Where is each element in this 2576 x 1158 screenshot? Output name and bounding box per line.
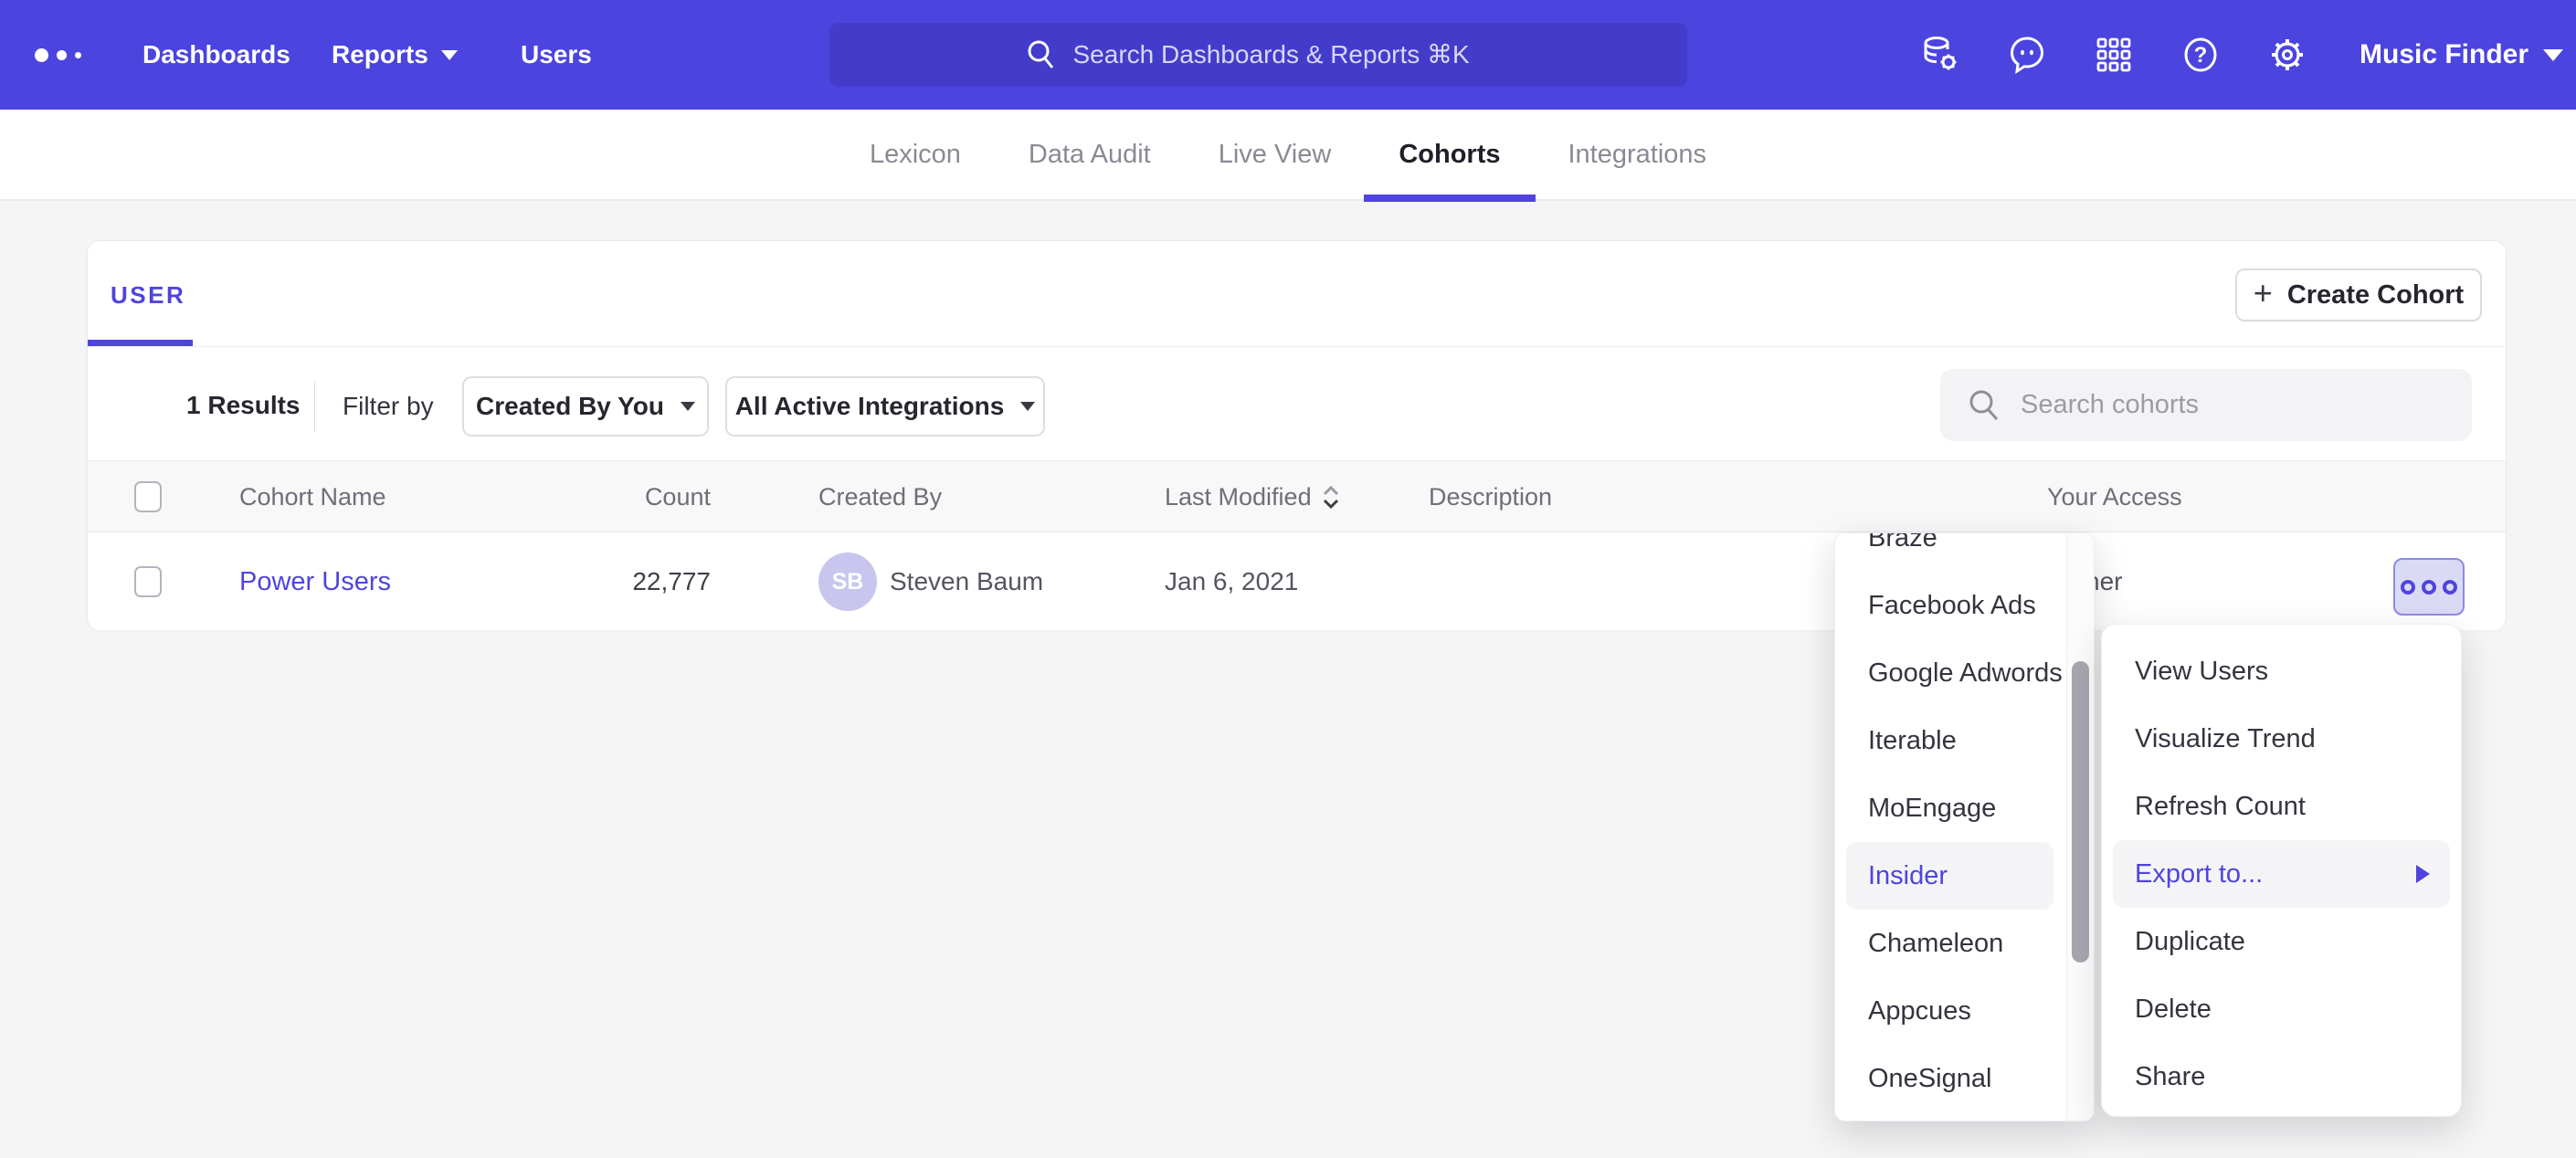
export-submenu-item-insider[interactable]: Insider bbox=[1846, 842, 2053, 910]
cohort-search[interactable] bbox=[1940, 369, 2472, 441]
menu-item-refresh-count[interactable]: Refresh Count bbox=[2102, 773, 2461, 840]
brand-logo-icon[interactable] bbox=[35, 0, 81, 110]
menu-item-share[interactable]: Share bbox=[2102, 1043, 2461, 1111]
chevron-down-icon bbox=[681, 402, 695, 411]
feedback-icon[interactable] bbox=[2006, 34, 2048, 76]
chevron-down-icon bbox=[441, 50, 458, 60]
export-submenu-item-facebook-ads[interactable]: Facebook Ads bbox=[1835, 572, 2064, 639]
export-destination-submenu: Braze Facebook Ads Google Adwords Iterab… bbox=[1834, 532, 2095, 1121]
workspace-switcher[interactable]: Music Finder bbox=[2360, 0, 2563, 110]
filter-by-label: Filter by bbox=[343, 392, 434, 421]
settings-gear-icon[interactable] bbox=[2266, 34, 2308, 76]
data-management-icon[interactable] bbox=[1919, 34, 1961, 76]
ellipsis-icon bbox=[2401, 580, 2415, 595]
created-by-filter-dropdown[interactable]: Created By You bbox=[462, 376, 709, 437]
svg-text:?: ? bbox=[2194, 43, 2208, 68]
export-submenu-item-braze[interactable]: Braze bbox=[1835, 532, 2064, 572]
select-all-checkbox[interactable] bbox=[134, 481, 162, 512]
creator-avatar: SB bbox=[818, 553, 877, 611]
row-context-menu: View Users Visualize Trend Refresh Count… bbox=[2101, 624, 2462, 1117]
export-submenu-item-appcues[interactable]: Appcues bbox=[1835, 977, 2064, 1045]
section-tabs: Lexicon Data Audit Live View Cohorts Int… bbox=[0, 110, 2576, 201]
nav-item-dashboards[interactable]: Dashboards bbox=[143, 0, 290, 110]
global-search[interactable] bbox=[829, 23, 1687, 87]
submenu-scrollbar-track[interactable] bbox=[2066, 533, 2094, 1121]
tab-data-audit[interactable]: Data Audit bbox=[1029, 109, 1151, 200]
plus-icon: + bbox=[2254, 277, 2273, 310]
menu-item-delete[interactable]: Delete bbox=[2102, 975, 2461, 1043]
menu-item-export-to[interactable]: Export to... bbox=[2113, 840, 2450, 908]
cohort-count: 22,777 bbox=[526, 533, 711, 630]
column-description[interactable]: Description bbox=[1429, 461, 1552, 533]
export-submenu-item-iterable[interactable]: Iterable bbox=[1835, 707, 2064, 774]
column-cohort-name[interactable]: Cohort Name bbox=[239, 461, 386, 533]
column-last-modified[interactable]: Last Modified bbox=[1165, 461, 1341, 533]
last-modified-date: Jan 6, 2021 bbox=[1165, 533, 1298, 630]
nav-item-users[interactable]: Users bbox=[521, 0, 592, 110]
column-created-by[interactable]: Created By bbox=[818, 461, 942, 533]
column-count[interactable]: Count bbox=[526, 461, 711, 533]
cohorts-panel: USER + Create Cohort 1 Results Filter by… bbox=[87, 240, 2507, 629]
creator-name: Steven Baum bbox=[890, 533, 1043, 630]
tab-cohorts[interactable]: Cohorts bbox=[1399, 109, 1500, 200]
row-checkbox[interactable] bbox=[134, 566, 162, 597]
tab-lexicon[interactable]: Lexicon bbox=[870, 109, 961, 200]
export-submenu-item-google-adwords[interactable]: Google Adwords bbox=[1835, 639, 2064, 707]
nav-icon-group: ? bbox=[1919, 0, 2308, 110]
sort-icon bbox=[1321, 486, 1341, 510]
nav-item-reports[interactable]: Reports bbox=[332, 0, 458, 110]
table-header: Cohort Name Count Created By Last Modifi… bbox=[88, 460, 2506, 532]
menu-item-visualize-trend[interactable]: Visualize Trend bbox=[2102, 705, 2461, 773]
menu-item-view-users[interactable]: View Users bbox=[2102, 637, 2461, 705]
cohort-name-link[interactable]: Power Users bbox=[239, 567, 391, 597]
export-submenu-item-chameleon[interactable]: Chameleon bbox=[1835, 910, 2064, 977]
apps-grid-icon[interactable] bbox=[2093, 34, 2135, 76]
active-tab-underline bbox=[88, 340, 193, 346]
chevron-down-icon bbox=[2543, 49, 2563, 61]
tab-integrations[interactable]: Integrations bbox=[1568, 109, 1707, 200]
tab-user-cohorts[interactable]: USER bbox=[111, 281, 185, 310]
create-cohort-button[interactable]: + Create Cohort bbox=[2235, 268, 2482, 321]
search-icon bbox=[1966, 387, 2002, 424]
top-nav-bar: Dashboards Reports Users bbox=[0, 0, 2576, 110]
integrations-filter-dropdown[interactable]: All Active Integrations bbox=[725, 376, 1045, 437]
column-your-access[interactable]: Your Access bbox=[2047, 461, 2182, 533]
submenu-arrow-icon bbox=[2416, 865, 2430, 883]
menu-item-duplicate[interactable]: Duplicate bbox=[2102, 908, 2461, 975]
results-count: 1 Results bbox=[186, 391, 301, 420]
tab-live-view[interactable]: Live View bbox=[1219, 109, 1332, 200]
row-actions-button[interactable] bbox=[2393, 558, 2465, 616]
search-icon bbox=[1024, 37, 1059, 72]
chevron-down-icon bbox=[1020, 402, 1035, 411]
global-search-input[interactable] bbox=[1073, 40, 1494, 69]
table-row: Power Users 22,777 SB Steven Baum Jan 6,… bbox=[88, 533, 2506, 630]
help-icon[interactable]: ? bbox=[2180, 34, 2222, 76]
export-submenu-item-moengage[interactable]: MoEngage bbox=[1835, 774, 2064, 842]
cohort-search-input[interactable] bbox=[2021, 390, 2423, 420]
export-submenu-item-onesignal[interactable]: OneSignal bbox=[1835, 1045, 2064, 1112]
submenu-scrollbar-thumb[interactable] bbox=[2072, 661, 2089, 963]
